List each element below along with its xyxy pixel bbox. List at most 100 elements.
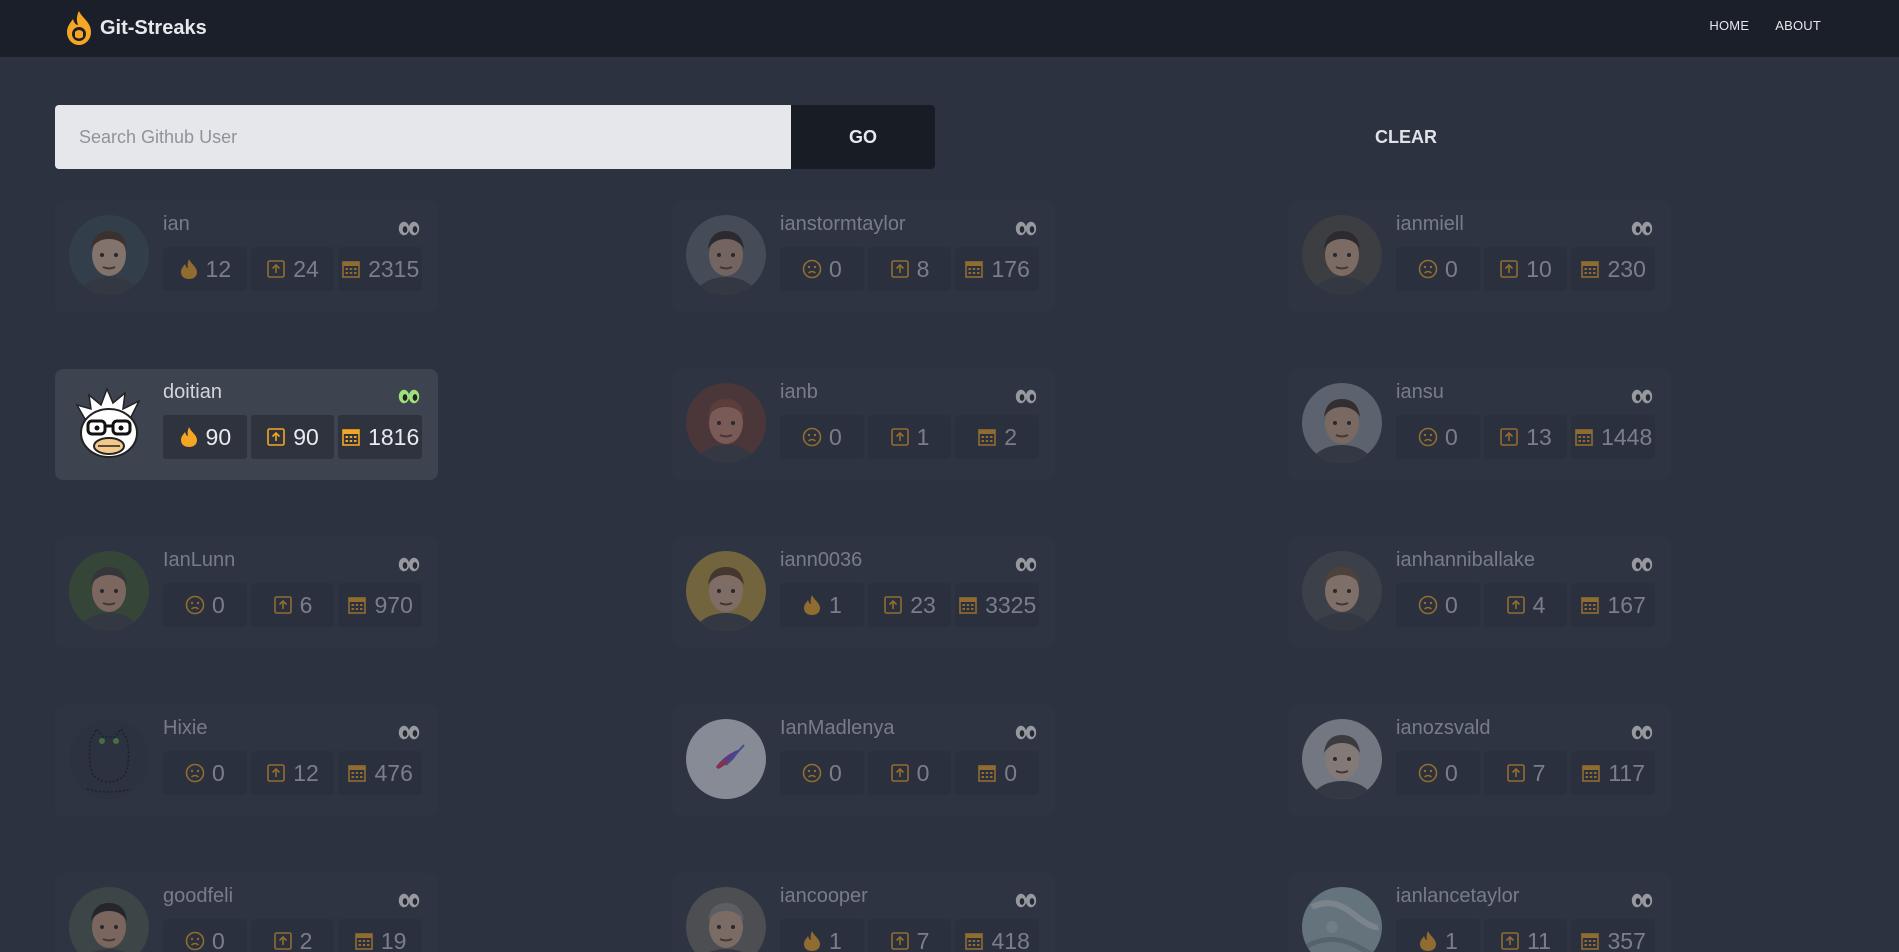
user-card[interactable]: IanLunn 0 6 970 (55, 537, 438, 648)
user-card[interactable]: iancooper 1 7 418 (672, 873, 1055, 952)
username[interactable]: ianmiell (1396, 213, 1464, 236)
avatar (1302, 551, 1382, 631)
streak-count: 0 (211, 591, 225, 618)
streak-stat: 1 (780, 583, 864, 627)
watch-eyes-icon[interactable] (398, 893, 420, 908)
username[interactable]: IanMadlenya (780, 717, 895, 740)
sad-face-icon (802, 762, 822, 784)
username[interactable]: ianb (780, 381, 818, 404)
username[interactable]: iann0036 (780, 549, 862, 572)
watch-eyes-icon[interactable] (1631, 221, 1653, 236)
user-card[interactable]: ianozsvald 0 7 117 (1288, 705, 1671, 816)
search-input[interactable] (55, 105, 791, 169)
user-card[interactable]: ianb 0 1 2 (672, 369, 1055, 480)
user-card[interactable]: ianlancetaylor 1 11 357 (1288, 873, 1671, 952)
stats-row: 0 8 176 (780, 247, 1040, 291)
watch-eyes-icon[interactable] (1015, 557, 1037, 572)
user-card[interactable]: ianhanniballake 0 4 167 (1288, 537, 1671, 648)
username[interactable]: ianstormtaylor (780, 213, 906, 236)
watch-eyes-icon[interactable] (398, 221, 420, 236)
username[interactable]: ian (163, 213, 190, 236)
days-stat: 1448 (1571, 415, 1656, 459)
username[interactable]: iancooper (780, 885, 868, 908)
username[interactable]: goodfeli (163, 885, 233, 908)
calendar-icon (347, 762, 367, 784)
streak-count: 0 (211, 759, 225, 786)
days-count: 418 (991, 927, 1030, 952)
watch-eyes-icon[interactable] (1015, 221, 1037, 236)
days-stat: 19 (338, 919, 423, 952)
streak-stat: 1 (780, 919, 864, 952)
username[interactable]: ianlancetaylor (1396, 885, 1519, 908)
streak-count: 1 (1444, 927, 1458, 952)
days-count: 230 (1607, 255, 1646, 282)
username[interactable]: iansu (1396, 381, 1444, 404)
username[interactable]: IanLunn (163, 549, 235, 572)
flame-icon (802, 930, 822, 952)
days-count: 19 (380, 927, 407, 952)
sad-face-icon (1418, 762, 1438, 784)
watch-eyes-icon[interactable] (398, 725, 420, 740)
avatar (686, 551, 766, 631)
avatar (1302, 383, 1382, 463)
commit-icon (266, 258, 286, 280)
watch-eyes-icon[interactable] (1015, 725, 1037, 740)
streak-count: 0 (1444, 423, 1458, 450)
user-card[interactable]: iann0036 1 23 3325 (672, 537, 1055, 648)
days-count: 357 (1607, 927, 1646, 952)
sad-face-icon (185, 930, 205, 952)
days-stat: 970 (338, 583, 423, 627)
commit-icon (890, 930, 910, 952)
watch-eyes-icon[interactable] (398, 557, 420, 572)
go-button[interactable]: GO (791, 105, 935, 169)
user-card[interactable]: ianstormtaylor 0 8 176 (672, 201, 1055, 312)
days-stat: 2 (955, 415, 1040, 459)
username[interactable]: ianozsvald (1396, 717, 1491, 740)
brand-logo[interactable]: Git-Streaks (64, 8, 207, 48)
commits-stat: 10 (1483, 247, 1568, 291)
commit-count: 7 (916, 927, 930, 952)
watch-eyes-icon[interactable] (1015, 893, 1037, 908)
user-card[interactable]: doitian 90 90 1816 (55, 369, 438, 480)
commits-stat: 4 (1483, 583, 1568, 627)
commit-icon (1499, 258, 1519, 280)
watch-eyes-icon[interactable] (1631, 389, 1653, 404)
calendar-icon (964, 930, 984, 952)
watch-eyes-icon[interactable] (1631, 557, 1653, 572)
commits-stat: 23 (867, 583, 952, 627)
streak-stat: 0 (780, 751, 864, 795)
commit-icon (890, 258, 910, 280)
sad-face-icon (802, 258, 822, 280)
days-stat: 176 (955, 247, 1040, 291)
user-card[interactable]: ian 12 24 2315 (55, 201, 438, 312)
days-stat: 2315 (338, 247, 423, 291)
calendar-icon (347, 594, 367, 616)
nav-home-link[interactable]: HOME (1709, 18, 1749, 33)
avatar (686, 215, 766, 295)
watch-eyes-icon[interactable] (398, 389, 420, 404)
clear-button[interactable]: CLEAR (1361, 105, 1451, 169)
days-stat: 357 (1571, 919, 1656, 952)
commits-stat: 24 (250, 247, 335, 291)
calendar-icon (1574, 426, 1594, 448)
watch-eyes-icon[interactable] (1631, 893, 1653, 908)
streak-stat: 90 (163, 415, 247, 459)
user-card[interactable]: ianmiell 0 10 230 (1288, 201, 1671, 312)
username[interactable]: Hixie (163, 717, 207, 740)
stats-row: 0 7 117 (1396, 751, 1656, 795)
user-card[interactable]: IanMadlenya 0 0 0 (672, 705, 1055, 816)
user-card[interactable]: iansu 0 13 1448 (1288, 369, 1671, 480)
commits-stat: 90 (250, 415, 335, 459)
user-card[interactable]: goodfeli 0 2 19 (55, 873, 438, 952)
streak-count: 1 (828, 591, 842, 618)
nav-about-link[interactable]: ABOUT (1775, 18, 1821, 33)
username[interactable]: ianhanniballake (1396, 549, 1535, 572)
user-card[interactable]: Hixie 0 12 476 (55, 705, 438, 816)
days-count: 3325 (985, 591, 1037, 618)
watch-eyes-icon[interactable] (1015, 389, 1037, 404)
calendar-icon (964, 258, 984, 280)
calendar-icon (1580, 930, 1600, 952)
watch-eyes-icon[interactable] (1631, 725, 1653, 740)
flame-icon (1418, 930, 1438, 952)
username[interactable]: doitian (163, 381, 222, 404)
